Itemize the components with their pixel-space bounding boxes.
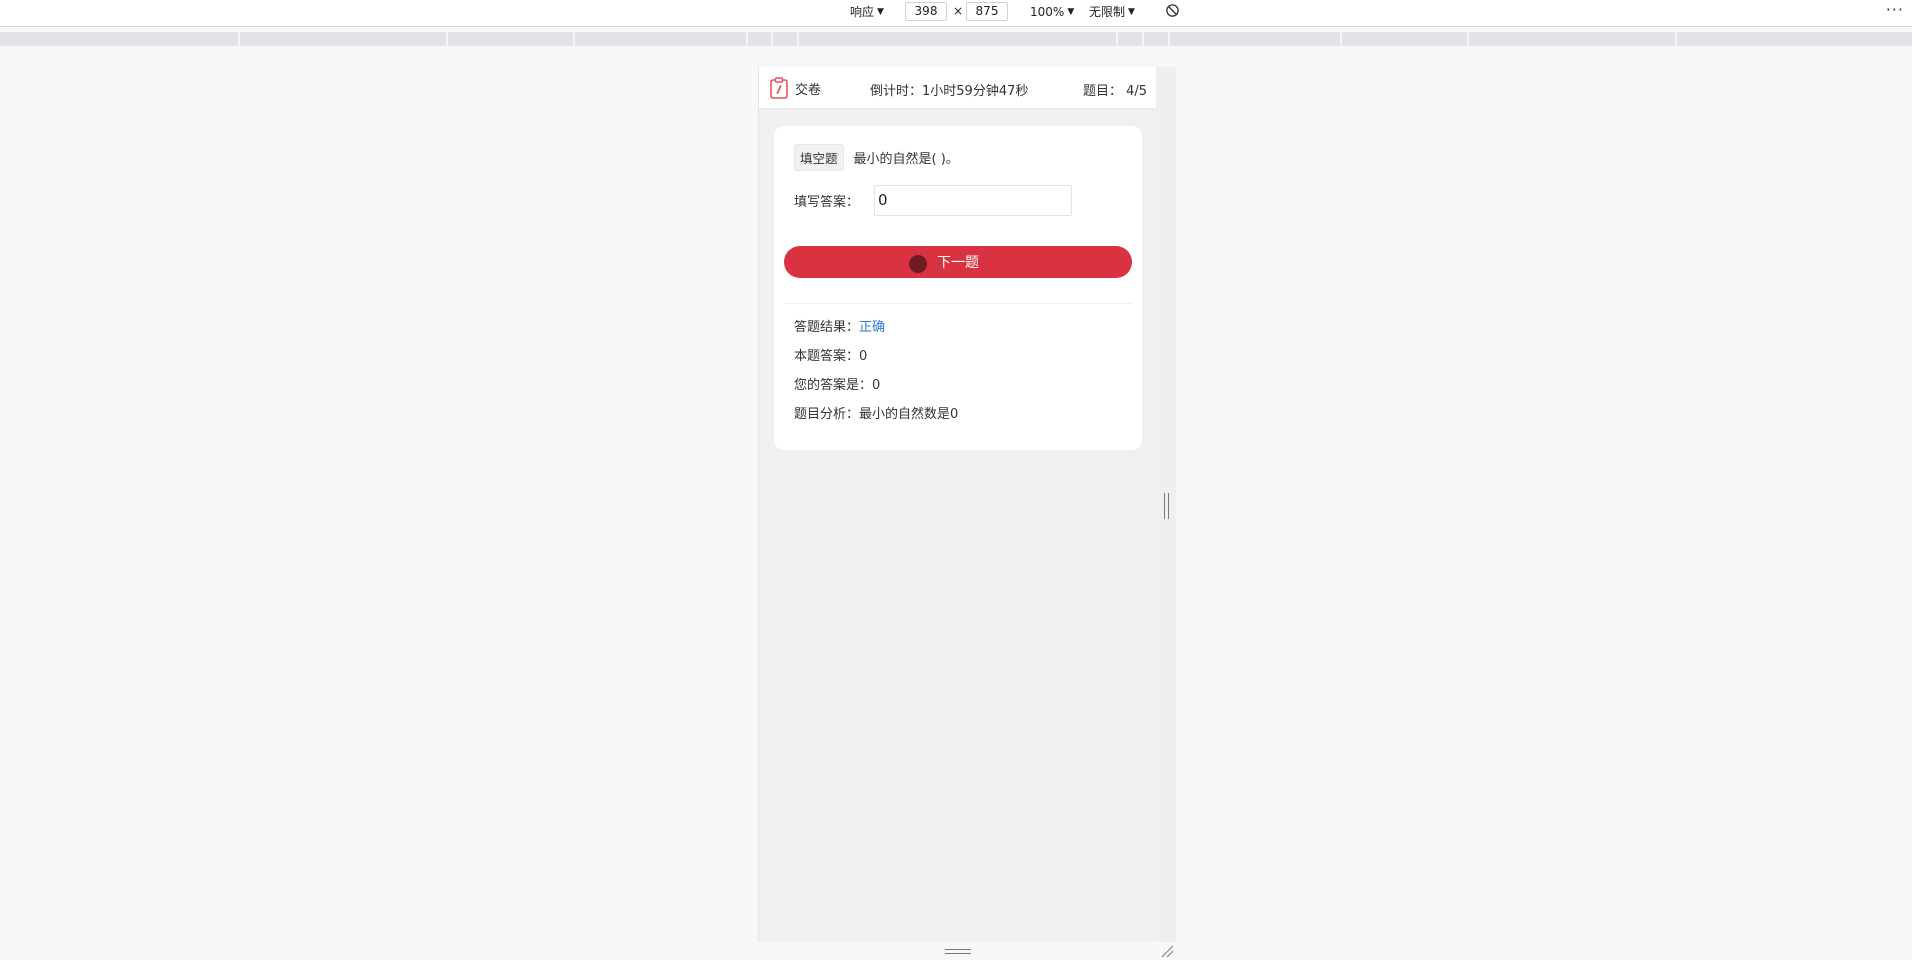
devtools-device-toolbar: 响应 ▼ 398 × 875 100% ▼ 无限制 ▼ ··· bbox=[0, 0, 1912, 27]
ruler-divider bbox=[446, 32, 448, 46]
answer-row: 填写答案： 0 bbox=[794, 185, 1072, 216]
next-question-button[interactable]: 下一题 bbox=[784, 246, 1132, 278]
your-answer-row: 您的答案是：0 bbox=[794, 374, 880, 393]
viewport-width-input[interactable]: 398 bbox=[905, 2, 947, 21]
ruler-divider bbox=[1168, 32, 1170, 46]
correct-answer-value: 0 bbox=[859, 349, 868, 364]
ruler-divider bbox=[797, 32, 799, 46]
ruler-divider bbox=[1675, 32, 1677, 46]
divider bbox=[784, 303, 1132, 304]
resize-handle-right[interactable] bbox=[1164, 493, 1169, 519]
caret-down-icon: ▼ bbox=[1128, 7, 1135, 17]
analysis-row: 题目分析：最小的自然数是0 bbox=[794, 403, 958, 422]
countdown-timer: 倒计时：1小时59分钟47秒 bbox=[870, 84, 1029, 99]
result-status-row: 答题结果：正确 bbox=[794, 316, 885, 335]
your-answer-label: 您的答案是： bbox=[794, 378, 873, 393]
next-question-label: 下一题 bbox=[937, 255, 979, 271]
analysis-value: 最小的自然数是0 bbox=[859, 407, 959, 422]
ruler-divider bbox=[1340, 32, 1342, 46]
exam-header: 交卷 倒计时：1小时59分钟47秒 题目： 4/5 bbox=[759, 67, 1156, 109]
correct-answer-row: 本题答案：0 bbox=[794, 345, 867, 364]
result-status-value: 正确 bbox=[859, 320, 886, 335]
zoom-label: 100% bbox=[1030, 5, 1065, 19]
result-status-label: 答题结果： bbox=[794, 320, 860, 335]
correct-answer-label: 本题答案： bbox=[794, 349, 860, 364]
device-viewport: 交卷 倒计时：1小时59分钟47秒 题目： 4/5 填空题 最小的自然是( )。… bbox=[758, 67, 1156, 942]
throttle-dropdown[interactable]: 无限制 ▼ bbox=[1089, 4, 1135, 20]
resize-corner-icon[interactable] bbox=[1160, 944, 1174, 958]
ruler-divider bbox=[1116, 32, 1118, 46]
question-progress: 题目： 4/5 bbox=[1082, 84, 1147, 99]
answer-input[interactable]: 0 bbox=[874, 185, 1072, 216]
caret-down-icon: ▼ bbox=[877, 7, 884, 17]
clipboard-icon bbox=[770, 77, 788, 99]
block-icon[interactable] bbox=[1165, 3, 1180, 18]
ruler-divider bbox=[1142, 32, 1144, 46]
caret-down-icon: ▼ bbox=[1067, 7, 1075, 17]
your-answer-value: 0 bbox=[872, 378, 881, 393]
question-row: 填空题 最小的自然是( )。 bbox=[794, 144, 959, 171]
analysis-label: 题目分析： bbox=[794, 407, 860, 422]
media-query-ruler[interactable] bbox=[0, 32, 1912, 46]
viewport-height-input[interactable]: 875 bbox=[966, 2, 1008, 21]
submit-exam-button[interactable]: 交卷 bbox=[769, 77, 821, 99]
more-options-icon[interactable]: ··· bbox=[1886, 0, 1904, 19]
zoom-dropdown[interactable]: 100% ▼ bbox=[1030, 4, 1074, 20]
ruler-divider bbox=[746, 32, 748, 46]
dimension-separator: × bbox=[953, 4, 964, 18]
throttle-label: 无限制 bbox=[1089, 5, 1126, 19]
question-text: 最小的自然是( )。 bbox=[853, 152, 959, 167]
submit-exam-label: 交卷 bbox=[795, 82, 822, 98]
ruler-divider bbox=[771, 32, 773, 46]
question-type-tag: 填空题 bbox=[794, 144, 844, 171]
device-mode-dropdown[interactable]: 响应 ▼ bbox=[850, 4, 884, 20]
ruler-divider bbox=[1467, 32, 1469, 46]
ruler-divider bbox=[573, 32, 575, 46]
resize-handle-bottom[interactable] bbox=[945, 949, 971, 954]
touch-cursor-icon bbox=[909, 255, 927, 273]
ruler-divider bbox=[238, 32, 240, 46]
question-card: 填空题 最小的自然是( )。 填写答案： 0 下一题 答题结果：正确 本题答案：… bbox=[774, 126, 1142, 450]
answer-label: 填写答案： bbox=[794, 195, 860, 210]
device-mode-label: 响应 bbox=[850, 5, 875, 19]
